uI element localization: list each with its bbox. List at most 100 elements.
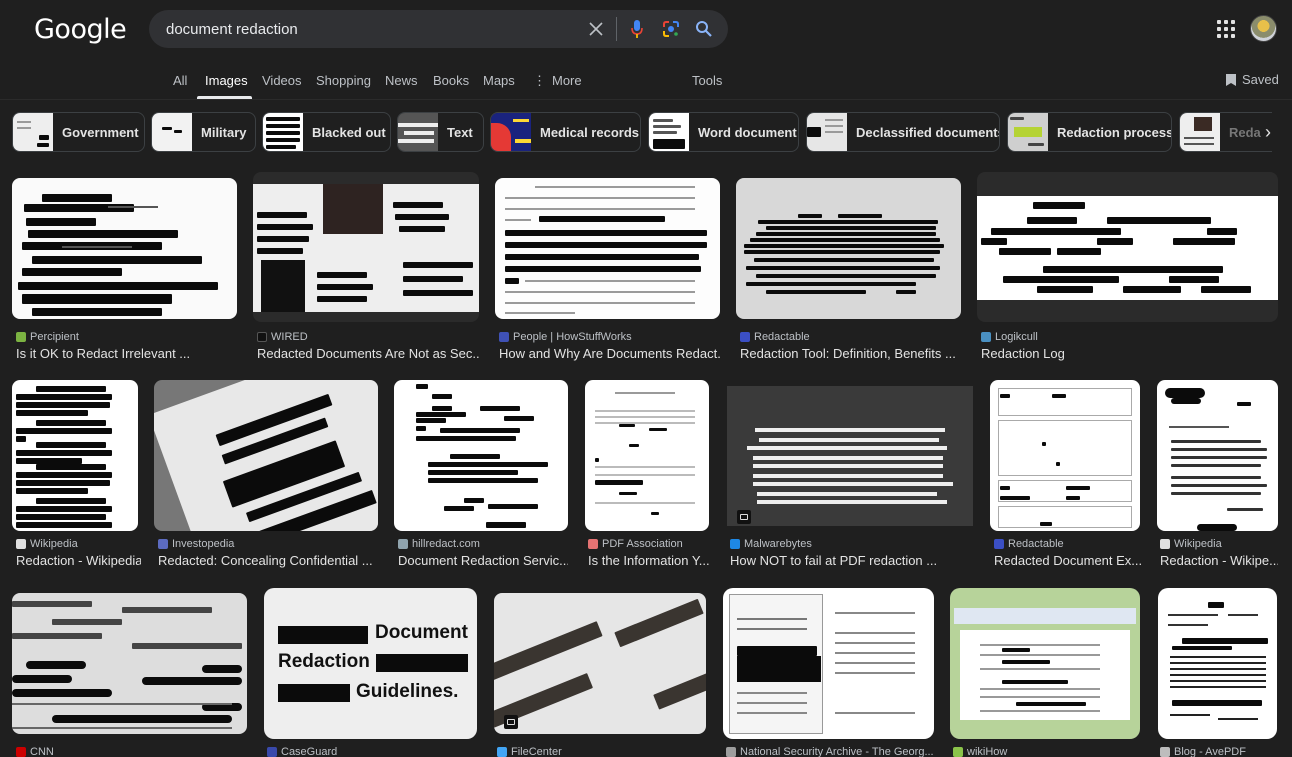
search-icon[interactable] <box>694 19 714 39</box>
result-source[interactable]: wikiHow <box>953 746 1007 757</box>
tab-books[interactable]: Books <box>433 73 469 88</box>
tab-all[interactable]: All <box>173 73 187 88</box>
related-search-chips: Government Military Blacked out Text Med… <box>12 112 1272 152</box>
tab-videos[interactable]: Videos <box>262 73 302 88</box>
result-source[interactable]: CNN <box>16 746 54 757</box>
chip-label: Redaction process <box>1057 124 1172 140</box>
search-box[interactable] <box>149 10 728 48</box>
chip-government[interactable]: Government <box>12 112 145 152</box>
result-source[interactable]: CaseGuard <box>267 746 337 757</box>
result-thumbnail[interactable] <box>950 588 1140 739</box>
chip-thumbnail <box>398 113 438 151</box>
result-thumbnail[interactable] <box>394 380 568 531</box>
microphone-icon[interactable] <box>627 19 647 39</box>
result-title[interactable]: Redaction Log <box>981 346 1271 361</box>
chip-thumbnail <box>1008 113 1048 151</box>
result-source[interactable]: National Security Archive - The Georg... <box>726 746 934 757</box>
result-thumbnail[interactable] <box>1158 588 1277 739</box>
source-name: Wikipedia <box>30 538 78 550</box>
result-title[interactable]: Redaction - Wikipe... <box>1160 553 1278 568</box>
tab-images[interactable]: Images <box>205 73 248 88</box>
favicon-wikihow <box>953 747 963 757</box>
result-source[interactable]: Wikipedia <box>16 538 78 550</box>
result-title[interactable]: Document Redaction Servic... <box>398 553 568 568</box>
chip-declassified-documents[interactable]: Declassified documents <box>806 112 1000 152</box>
saved-button[interactable]: Saved <box>1225 72 1279 87</box>
search-input[interactable] <box>166 20 566 38</box>
result-source[interactable]: FileCenter <box>497 746 562 757</box>
result-title[interactable]: How and Why Are Documents Redact... <box>499 346 721 361</box>
result-thumbnail[interactable] <box>154 380 378 531</box>
result-thumbnail[interactable] <box>12 593 247 734</box>
result-thumbnail[interactable] <box>495 178 720 319</box>
chip-thumbnail <box>13 113 53 151</box>
source-name: hillredact.com <box>412 538 480 550</box>
result-title[interactable]: Is it OK to Redact Irrelevant ... <box>16 346 236 361</box>
result-source[interactable]: People | HowStuffWorks <box>499 331 632 343</box>
result-title[interactable]: Redacted Document Ex... <box>994 553 1142 568</box>
favicon-percipient <box>16 332 26 342</box>
tab-shopping[interactable]: Shopping <box>316 73 371 88</box>
chip-label: Medical records <box>540 124 639 140</box>
result-source[interactable]: Malwarebytes <box>730 538 812 550</box>
favicon-hillredact <box>398 539 408 549</box>
chip-redaction-process[interactable]: Redaction process <box>1007 112 1172 152</box>
google-logo[interactable]: Google <box>34 14 127 45</box>
chip-text[interactable]: Text <box>397 112 484 152</box>
favicon-cnn <box>16 747 26 757</box>
tab-more[interactable]: ⋮ More <box>533 73 582 89</box>
result-thumbnail[interactable] <box>736 178 961 319</box>
source-name: wikiHow <box>967 746 1008 757</box>
result-thumbnail[interactable] <box>585 380 709 531</box>
result-thumbnail[interactable] <box>12 380 138 531</box>
result-thumbnail[interactable] <box>1157 380 1278 531</box>
chip-medical-records[interactable]: Medical records <box>490 112 641 152</box>
result-title[interactable]: Is the Information Y... <box>588 553 713 568</box>
source-name: Malwarebytes <box>744 538 812 550</box>
result-title[interactable]: Redaction Tool: Definition, Benefits ... <box>740 346 962 361</box>
result-source[interactable]: Logikcull <box>981 331 1038 343</box>
result-thumbnail[interactable] <box>990 380 1140 531</box>
account-avatar[interactable] <box>1250 15 1277 42</box>
chip-thumbnail <box>263 113 303 151</box>
result-source[interactable]: Wikipedia <box>1160 538 1222 550</box>
result-source[interactable]: Redactable <box>994 538 1064 550</box>
favicon-logikcull <box>981 332 991 342</box>
result-title[interactable]: How NOT to fail at PDF redaction ... <box>730 553 975 568</box>
result-thumbnail[interactable] <box>253 172 479 322</box>
chip-blacked-out[interactable]: Blacked out <box>262 112 391 152</box>
chip-military[interactable]: Military <box>151 112 256 152</box>
more-vert-icon: ⋮ <box>533 73 546 88</box>
source-name: Blog - AvePDF <box>1174 746 1246 757</box>
nav-divider <box>0 99 1292 100</box>
source-name: People | HowStuffWorks <box>513 331 632 343</box>
result-thumbnail[interactable] <box>723 588 934 739</box>
result-thumbnail[interactable] <box>977 172 1278 322</box>
tools-button[interactable]: Tools <box>692 73 722 88</box>
source-name: CNN <box>30 746 54 757</box>
result-title[interactable]: Redacted Documents Are Not as Sec... <box>257 346 479 361</box>
result-source[interactable]: Redactable <box>740 331 810 343</box>
apps-grid-icon[interactable] <box>1217 20 1235 38</box>
clear-icon[interactable] <box>586 19 606 39</box>
result-source[interactable]: Percipient <box>16 331 79 343</box>
result-thumbnail[interactable]: Document Redaction Guidelines. <box>264 588 477 739</box>
tab-maps[interactable]: Maps <box>483 73 515 88</box>
result-title[interactable]: Redacted: Concealing Confidential ... <box>158 553 378 568</box>
chip-label: Word document <box>698 124 797 140</box>
tab-news[interactable]: News <box>385 73 418 88</box>
chevron-right-icon[interactable]: › <box>1256 120 1280 144</box>
result-title[interactable]: Redaction - Wikipedia <box>16 553 141 568</box>
result-source[interactable]: Blog - AvePDF <box>1160 746 1246 757</box>
google-lens-icon[interactable] <box>661 19 681 39</box>
result-source[interactable]: WIRED <box>257 331 308 343</box>
result-thumbnail[interactable] <box>12 178 237 319</box>
favicon-national-security-archive <box>726 747 736 757</box>
saved-label: Saved <box>1242 72 1279 87</box>
result-source[interactable]: PDF Association <box>588 538 683 550</box>
result-source[interactable]: Investopedia <box>158 538 234 550</box>
result-thumbnail[interactable] <box>727 386 973 526</box>
result-source[interactable]: hillredact.com <box>398 538 480 550</box>
chip-word-document[interactable]: Word document <box>648 112 799 152</box>
result-thumbnail[interactable] <box>494 593 706 734</box>
